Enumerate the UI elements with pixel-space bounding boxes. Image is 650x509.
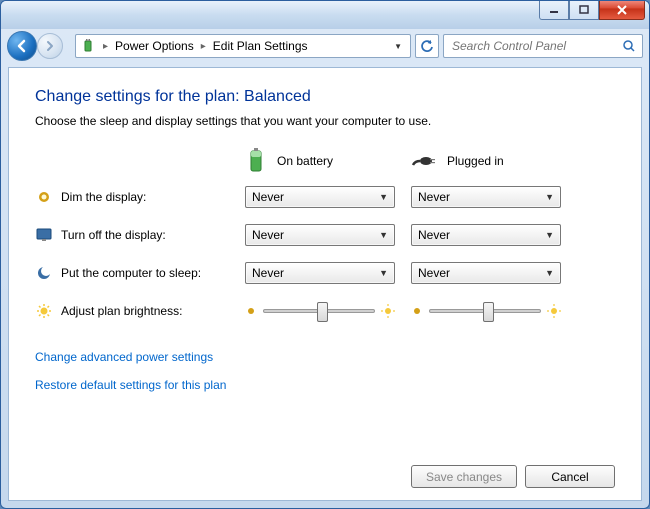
minimize-button[interactable] xyxy=(539,0,569,20)
column-label: On battery xyxy=(277,154,333,168)
row-label: Put the computer to sleep: xyxy=(35,264,245,282)
row-brightness: Adjust plan brightness: xyxy=(35,292,615,330)
dropdown-value: Never xyxy=(418,190,545,204)
column-header-battery: On battery xyxy=(245,147,411,175)
dim-plugged-dropdown[interactable]: Never ▼ xyxy=(411,186,561,208)
maximize-button[interactable] xyxy=(569,0,599,20)
sun-bright-icon xyxy=(547,304,561,318)
row-label-text: Adjust plan brightness: xyxy=(61,304,182,318)
sleep-battery-dropdown[interactable]: Never ▼ xyxy=(245,262,395,284)
row-label: Dim the display: xyxy=(35,188,245,206)
chevron-down-icon: ▼ xyxy=(379,268,388,278)
save-button[interactable]: Save changes xyxy=(411,465,517,488)
row-label-text: Turn off the display: xyxy=(61,228,166,242)
sun-dim-icon xyxy=(411,305,423,317)
restore-defaults-link[interactable]: Restore default settings for this plan xyxy=(35,378,615,392)
dropdown-value: Never xyxy=(252,228,379,242)
nav-bar: ▸ Power Options ▸ Edit Plan Settings ▼ xyxy=(1,29,649,63)
chevron-down-icon: ▼ xyxy=(545,268,554,278)
turnoff-battery-dropdown[interactable]: Never ▼ xyxy=(245,224,395,246)
slider-thumb[interactable] xyxy=(483,302,494,322)
close-button[interactable] xyxy=(599,0,645,20)
page-description: Choose the sleep and display settings th… xyxy=(35,114,615,128)
column-headers: On battery Plugged in xyxy=(35,144,615,178)
back-button[interactable] xyxy=(7,31,37,61)
chevron-down-icon: ▼ xyxy=(379,230,388,240)
sun-icon xyxy=(35,302,53,320)
refresh-button[interactable] xyxy=(415,34,439,58)
chevron-down-icon: ▼ xyxy=(545,192,554,202)
row-dim-display: Dim the display: Never ▼ Never ▼ xyxy=(35,178,615,216)
column-label: Plugged in xyxy=(447,154,504,168)
column-header-plugged: Plugged in xyxy=(411,151,577,171)
forward-button[interactable] xyxy=(37,33,63,59)
breadcrumb-item[interactable]: Edit Plan Settings xyxy=(211,39,310,53)
search-icon xyxy=(622,39,636,53)
row-sleep: Put the computer to sleep: Never ▼ Never… xyxy=(35,254,615,292)
turnoff-plugged-dropdown[interactable]: Never ▼ xyxy=(411,224,561,246)
dropdown-value: Never xyxy=(418,228,545,242)
brightness-plugged-slider[interactable] xyxy=(411,304,561,318)
battery-icon xyxy=(245,147,267,175)
titlebar xyxy=(1,1,649,29)
row-label-text: Dim the display: xyxy=(61,190,146,204)
content-pane: Change settings for the plan: Balanced C… xyxy=(8,67,642,501)
slider-thumb[interactable] xyxy=(317,302,328,322)
advanced-settings-link[interactable]: Change advanced power settings xyxy=(35,350,615,364)
search-input[interactable] xyxy=(450,38,622,54)
dim-battery-dropdown[interactable]: Never ▼ xyxy=(245,186,395,208)
plug-icon xyxy=(411,151,437,171)
page-title: Change settings for the plan: Balanced xyxy=(35,88,615,106)
sleep-plugged-dropdown[interactable]: Never ▼ xyxy=(411,262,561,284)
chevron-down-icon: ▼ xyxy=(545,230,554,240)
breadcrumb-dropdown[interactable]: ▼ xyxy=(390,42,406,51)
links-section: Change advanced power settings Restore d… xyxy=(35,350,615,406)
breadcrumb-item[interactable]: Power Options xyxy=(113,39,196,53)
dropdown-value: Never xyxy=(252,190,379,204)
dropdown-value: Never xyxy=(252,266,379,280)
cancel-button[interactable]: Cancel xyxy=(525,465,615,488)
row-turn-off-display: Turn off the display: Never ▼ Never ▼ xyxy=(35,216,615,254)
moon-icon xyxy=(35,264,53,282)
window: ▸ Power Options ▸ Edit Plan Settings ▼ C… xyxy=(0,0,650,509)
dropdown-value: Never xyxy=(418,266,545,280)
row-label: Adjust plan brightness: xyxy=(35,302,245,320)
search-box[interactable] xyxy=(443,34,643,58)
power-icon xyxy=(80,37,98,55)
breadcrumb-sep: ▸ xyxy=(100,41,111,52)
slider-track[interactable] xyxy=(429,309,541,313)
monitor-icon xyxy=(35,226,53,244)
row-label-text: Put the computer to sleep: xyxy=(61,266,201,280)
chevron-down-icon: ▼ xyxy=(379,192,388,202)
dim-icon xyxy=(35,188,53,206)
row-label: Turn off the display: xyxy=(35,226,245,244)
footer-buttons: Save changes Cancel xyxy=(35,455,615,488)
sun-dim-icon xyxy=(245,305,257,317)
breadcrumb-sep: ▸ xyxy=(198,41,209,52)
slider-track[interactable] xyxy=(263,309,375,313)
breadcrumb[interactable]: ▸ Power Options ▸ Edit Plan Settings ▼ xyxy=(75,34,411,58)
sun-bright-icon xyxy=(381,304,395,318)
brightness-battery-slider[interactable] xyxy=(245,304,395,318)
window-buttons xyxy=(539,0,645,20)
